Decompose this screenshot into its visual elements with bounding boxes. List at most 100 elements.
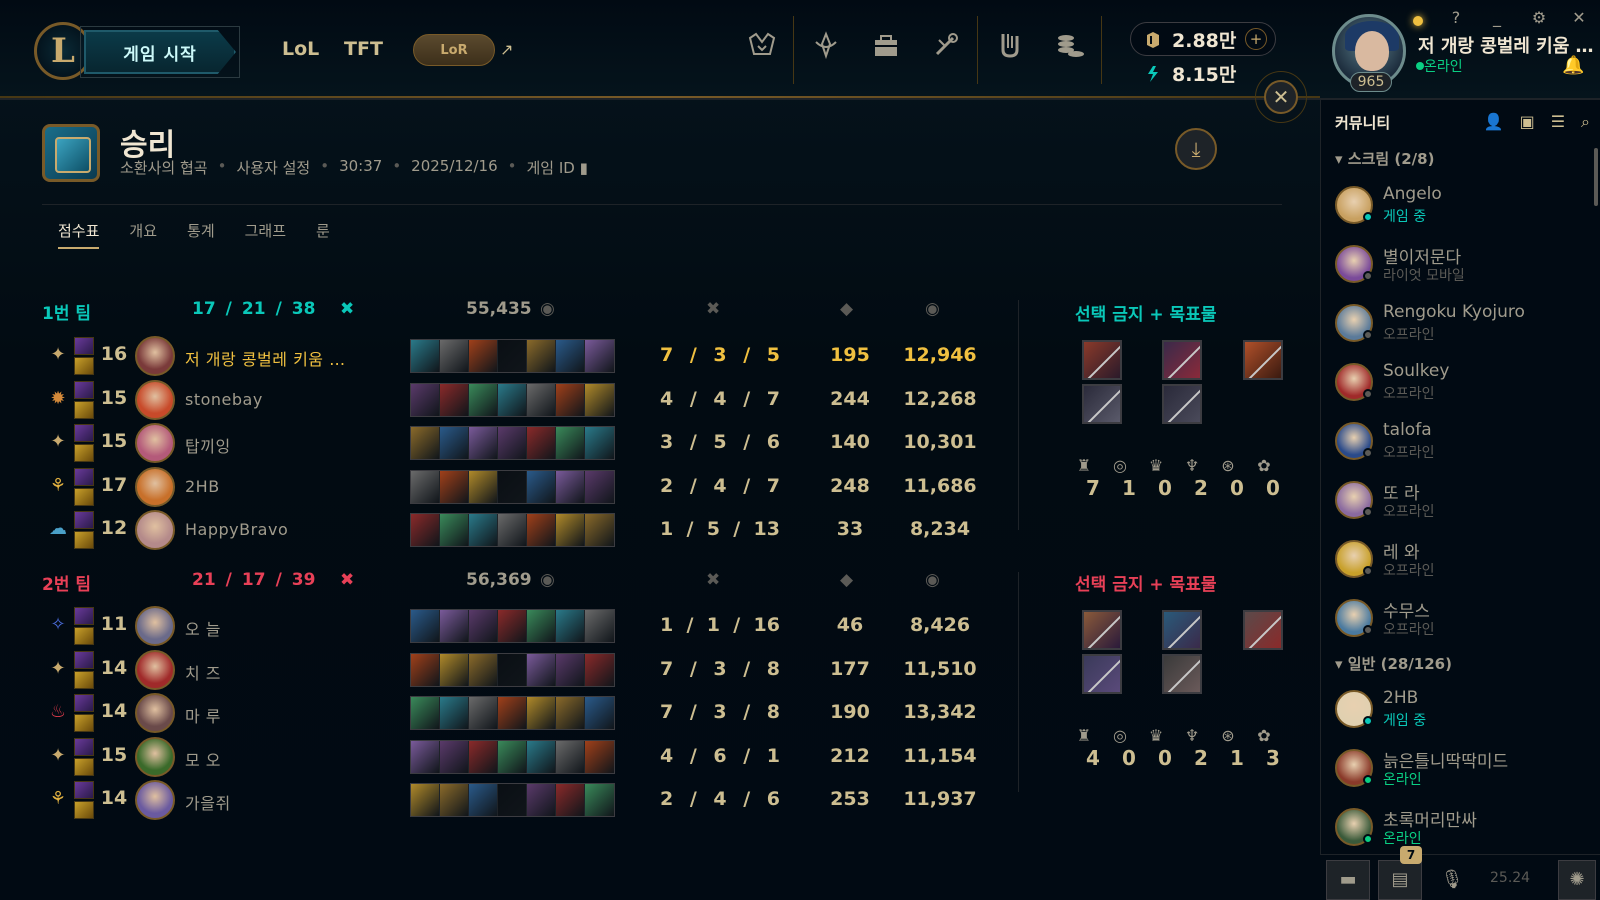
item-slot[interactable]: [585, 610, 614, 642]
player-name[interactable]: 탑끼잉: [185, 433, 231, 457]
item-slot[interactable]: [498, 340, 527, 372]
spell-icon[interactable]: [74, 757, 94, 776]
play-button[interactable]: 게임 시작: [84, 30, 236, 74]
item-slot[interactable]: [411, 740, 440, 773]
social-scrollbar[interactable]: [1594, 148, 1598, 206]
friend-item[interactable]: 수무스 오프라인: [1335, 591, 1585, 645]
team1-ban-1[interactable]: [1082, 340, 1122, 380]
add-friend-icon[interactable]: 👤: [1484, 112, 1504, 132]
spell-icon[interactable]: [74, 714, 94, 732]
notifications-bell-icon[interactable]: 🔔: [1562, 55, 1584, 76]
player-name[interactable]: 모 오: [185, 747, 221, 771]
keystone-rune-icon[interactable]: ♨: [46, 700, 70, 724]
keystone-rune-icon[interactable]: ⚘: [46, 787, 70, 811]
team2-ban-5[interactable]: [1162, 654, 1202, 694]
bug-report-icon[interactable]: ✺: [1558, 860, 1596, 900]
player-row[interactable]: ♨ 14 마 루 7/3/8 190 13,342: [0, 692, 1000, 734]
close-match-details-button[interactable]: ✕: [1264, 80, 1298, 114]
item-slot[interactable]: [411, 383, 440, 416]
tab-runes[interactable]: 룬: [316, 220, 330, 249]
item-slot[interactable]: [469, 340, 498, 372]
settings-gear-icon[interactable]: ⚙: [1528, 8, 1550, 27]
store-icon[interactable]: [1050, 30, 1090, 70]
item-slot[interactable]: [556, 653, 585, 686]
spell-icon[interactable]: [74, 650, 94, 669]
team2-ban-4[interactable]: [1082, 654, 1122, 694]
item-slot[interactable]: [556, 383, 585, 416]
team2-ban-3[interactable]: [1243, 610, 1283, 650]
item-slot[interactable]: [411, 784, 440, 816]
item-slot[interactable]: [469, 610, 498, 642]
item-slot[interactable]: [527, 514, 556, 546]
item-slot[interactable]: [585, 740, 614, 773]
item-slot[interactable]: [469, 470, 498, 503]
minimize-icon[interactable]: _: [1486, 8, 1508, 27]
missions-icon[interactable]: ▤: [1378, 860, 1422, 900]
champion-portrait[interactable]: [135, 693, 175, 733]
player-row[interactable]: ✦ 15 모 오 4/6/1 212 11,154: [0, 736, 1000, 778]
tab-stats[interactable]: 통계: [187, 220, 215, 249]
player-row[interactable]: ✧ 11 오 늘 1/1/16 46 8,426: [0, 605, 1000, 647]
item-slot[interactable]: [527, 653, 556, 686]
item-slot[interactable]: [440, 514, 469, 546]
champion-portrait[interactable]: [135, 423, 175, 463]
player-name[interactable]: 마 루: [185, 703, 221, 727]
item-slot[interactable]: [440, 784, 469, 816]
team1-ban-3[interactable]: [1243, 340, 1283, 380]
search-icon[interactable]: ⌕: [1581, 112, 1590, 132]
player-row[interactable]: ✦ 16 저 개랑 콩벌레 키움 … 7/3/5 195 12,946: [0, 335, 1000, 377]
item-slot[interactable]: [440, 697, 469, 729]
player-row[interactable]: ✦ 15 탑끼잉 3/5/6 140 10,301: [0, 422, 1000, 464]
spell-icon[interactable]: [74, 801, 94, 819]
team1-ban-4[interactable]: [1082, 384, 1122, 424]
spell-icon[interactable]: [74, 694, 94, 712]
item-slot[interactable]: [527, 427, 556, 459]
item-slot[interactable]: [556, 610, 585, 642]
inventory-icon[interactable]: [866, 30, 906, 70]
player-row[interactable]: ⚘ 14 가을쥐 2/4/6 253 11,937: [0, 779, 1000, 821]
item-slot[interactable]: [440, 610, 469, 642]
group-general[interactable]: ▾ 일반 (28/126): [1335, 653, 1452, 674]
friend-item[interactable]: Rengoku Kyojuro 오프라인: [1335, 296, 1585, 350]
item-slot[interactable]: [498, 697, 527, 729]
item-slot[interactable]: [411, 697, 440, 729]
list-view-icon[interactable]: ☰: [1551, 112, 1565, 132]
player-row[interactable]: ✦ 14 치 즈 7/3/8 177 11,510: [0, 649, 1000, 691]
friend-item[interactable]: 별이저문다 라이엇 모바일: [1335, 237, 1585, 291]
item-slot[interactable]: [440, 383, 469, 416]
item-slot[interactable]: [469, 514, 498, 546]
friend-item[interactable]: Angelo 게임 중: [1335, 178, 1585, 232]
friend-item[interactable]: 또 라 오프라인: [1335, 473, 1585, 527]
spell-icon[interactable]: [74, 487, 94, 506]
item-slot[interactable]: [411, 610, 440, 642]
item-slot[interactable]: [527, 740, 556, 773]
keystone-rune-icon[interactable]: ⚘: [46, 474, 70, 498]
item-slot[interactable]: [498, 784, 527, 816]
download-replay-button[interactable]: ⤓: [1175, 128, 1217, 170]
champion-portrait[interactable]: [135, 379, 175, 420]
friend-item[interactable]: talofa 오프라인: [1335, 414, 1585, 468]
item-slot[interactable]: [469, 784, 498, 816]
tab-scoreboard[interactable]: 점수표: [58, 220, 100, 249]
game-id-copy[interactable]: 게임 ID ▮: [527, 157, 588, 178]
item-slot[interactable]: [527, 470, 556, 503]
item-slot[interactable]: [527, 340, 556, 372]
item-slot[interactable]: [411, 514, 440, 546]
external-link-icon[interactable]: ↗: [500, 40, 513, 59]
tab-overview[interactable]: 개요: [129, 220, 157, 249]
spell-icon[interactable]: [74, 531, 94, 549]
spell-icon[interactable]: [74, 444, 94, 462]
item-slot[interactable]: [585, 427, 614, 459]
player-name[interactable]: HappyBravo: [185, 520, 288, 539]
item-slot[interactable]: [585, 383, 614, 416]
copy-icon[interactable]: ▮: [580, 159, 588, 177]
item-slot[interactable]: [556, 784, 585, 816]
item-slot[interactable]: [440, 340, 469, 372]
nav-lol[interactable]: LoL: [282, 38, 319, 60]
item-slot[interactable]: [469, 740, 498, 773]
spell-icon[interactable]: [74, 670, 94, 689]
lor-button[interactable]: LoR: [413, 34, 495, 66]
player-row[interactable]: ✹ 15 stonebay 4/4/7 244 12,268: [0, 379, 1000, 421]
champion-portrait[interactable]: [135, 510, 175, 550]
item-slot[interactable]: [440, 653, 469, 686]
